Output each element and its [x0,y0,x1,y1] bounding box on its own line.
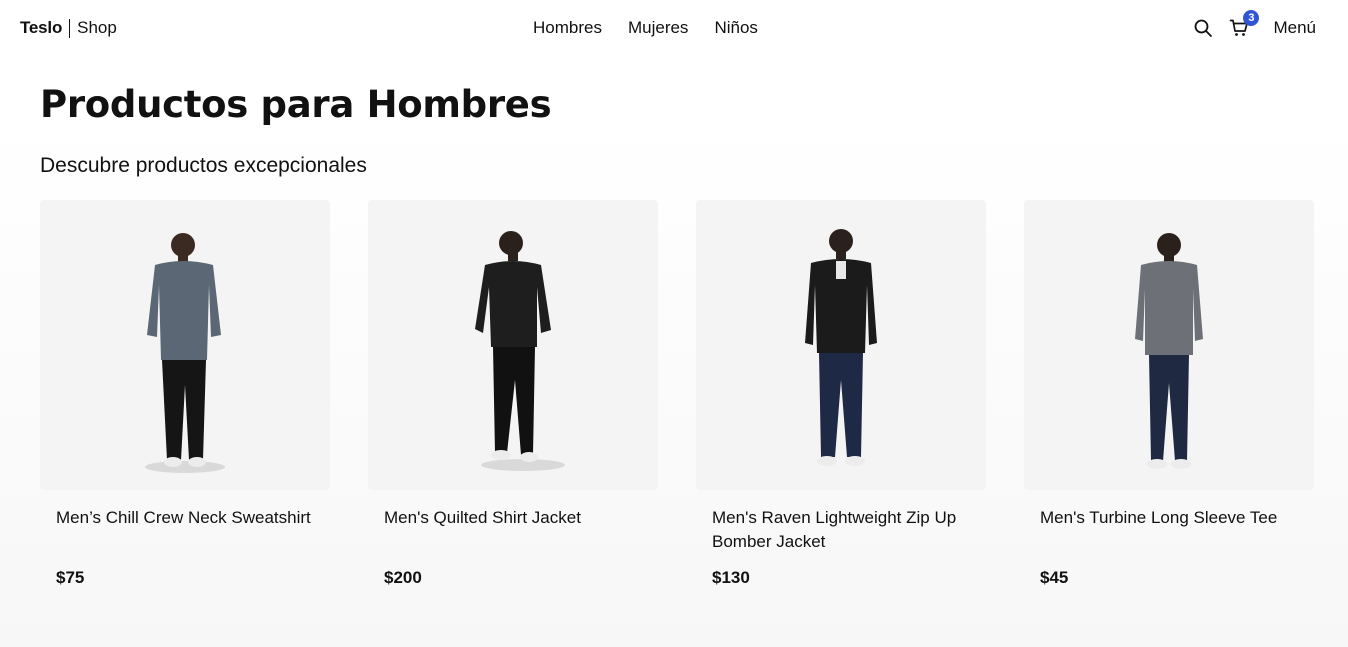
pants-shape [162,360,206,460]
product-image[interactable] [1024,200,1314,490]
brand-logo[interactable]: Teslo Shop [20,17,117,39]
top-navbar: Teslo Shop Hombres Mujeres Niños 3 Menú [0,0,1348,56]
product-price: $75 [56,568,85,587]
brand-name: Teslo [20,18,63,37]
cart-count-badge: 3 [1243,10,1260,26]
pants-shape [493,347,535,455]
brand-divider [69,18,71,38]
product-image[interactable] [696,200,986,490]
product-info: Men’s Chill Crew Neck Sweatshirt $75 [40,506,330,590]
product-price: $45 [1040,568,1069,587]
pants-shape [819,353,863,457]
nav-link-hombres[interactable]: Hombres [520,17,615,39]
category-nav: Hombres Mujeres Niños [520,17,771,39]
product-price: $130 [712,568,750,587]
product-price: $200 [384,568,422,587]
search-button[interactable] [1189,14,1217,42]
product-info: Men's Raven Lightweight Zip Up Bomber Ja… [696,506,986,590]
product-image[interactable] [368,200,658,490]
product-card[interactable]: Men's Turbine Long Sleeve Tee $45 [1024,200,1314,590]
search-icon [1195,19,1213,37]
product-grid: Men’s Chill Crew Neck Sweatshirt $75 Men… [40,200,1314,590]
cart-button[interactable]: 3 [1225,10,1260,42]
shirt-shape [1135,261,1203,355]
product-title[interactable]: Men’s Chill Crew Neck Sweatshirt [56,506,314,554]
product-title[interactable]: Men's Turbine Long Sleeve Tee [1040,506,1298,554]
product-info: Men's Turbine Long Sleeve Tee $45 [1024,506,1314,590]
model-figure [475,231,565,471]
shirt-shape [147,261,221,360]
product-card[interactable]: Men's Raven Lightweight Zip Up Bomber Ja… [696,200,986,590]
product-title[interactable]: Men's Quilted Shirt Jacket [384,506,642,554]
model-figure [805,229,877,466]
product-card[interactable]: Men’s Chill Crew Neck Sweatshirt $75 [40,200,330,590]
model-figure [145,233,225,473]
page-subtitle: Descubre productos excepcionales [40,154,367,177]
pants-shape [1149,355,1189,461]
product-title[interactable]: Men's Raven Lightweight Zip Up Bomber Ja… [712,506,970,554]
product-card[interactable]: Men's Quilted Shirt Jacket $200 [368,200,658,590]
nav-actions: 3 Menú [1189,10,1316,42]
page-title: Productos para Hombres [40,83,552,126]
shirt-shape [475,261,551,347]
product-image[interactable] [40,200,330,490]
nav-link-ninos[interactable]: Niños [701,17,770,39]
brand-shop-label: Shop [77,18,117,37]
product-info: Men's Quilted Shirt Jacket $200 [368,506,658,590]
model-figure [1135,233,1203,469]
menu-button[interactable]: Menú [1273,17,1316,39]
nav-link-mujeres[interactable]: Mujeres [615,17,701,39]
